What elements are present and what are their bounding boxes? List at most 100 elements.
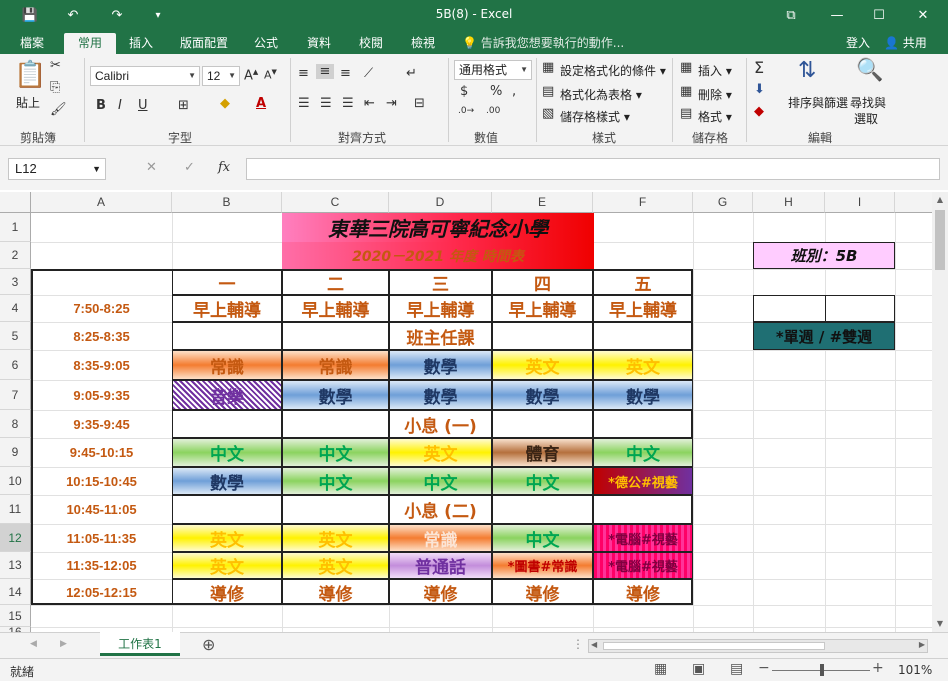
login-link[interactable]: 登入 <box>846 34 870 51</box>
col-header-j[interactable] <box>895 192 932 213</box>
row-header-11[interactable]: 11 <box>0 495 31 524</box>
page-layout-icon[interactable]: ▣ <box>692 661 705 677</box>
row-header-14[interactable]: 14 <box>0 579 31 605</box>
horizontal-scroll-thumb[interactable] <box>603 642 825 650</box>
find-select-icon[interactable]: 🔍 <box>856 58 883 83</box>
row-header-13[interactable]: 13 <box>0 552 31 579</box>
row-header-1[interactable]: 1 <box>0 213 31 242</box>
chevron-down-icon[interactable]: ▼ <box>92 159 101 179</box>
copy-icon[interactable]: ⎘ <box>50 80 60 95</box>
tab-data[interactable]: 資料 <box>298 33 340 54</box>
align-top-icon[interactable]: ≡ <box>298 66 309 81</box>
decrease-decimal-icon[interactable]: .00 <box>486 106 500 116</box>
split-handle-icon[interactable]: ⋮ <box>572 637 584 651</box>
format-as-table-button[interactable]: 格式化為表格 ▾ <box>560 86 642 103</box>
scroll-left-icon[interactable]: ◀ <box>591 640 597 649</box>
comma-icon[interactable]: , <box>512 84 516 99</box>
name-box[interactable]: L12 ▼ <box>8 158 106 180</box>
tab-formulas[interactable]: 公式 <box>246 33 286 54</box>
row-header-2[interactable]: 2 <box>0 242 31 269</box>
delete-cells-icon[interactable]: ▦ <box>680 84 692 99</box>
format-cells-icon[interactable]: ▤ <box>680 106 692 121</box>
format-table-icon[interactable]: ▤ <box>542 84 554 99</box>
align-bottom-icon[interactable]: ≡ <box>340 66 351 81</box>
share-button[interactable]: 👤 共用 <box>884 34 927 51</box>
increase-font-icon[interactable]: A▲ <box>244 68 258 83</box>
enter-icon[interactable]: ✓ <box>184 160 195 175</box>
sheet-tab-1[interactable]: 工作表1 <box>100 632 180 656</box>
tab-review[interactable]: 校閱 <box>350 33 392 54</box>
col-header-g[interactable]: G <box>693 192 753 213</box>
delete-cells-button[interactable]: 刪除 ▾ <box>698 86 732 103</box>
zoom-slider-thumb[interactable] <box>820 664 824 676</box>
bold-icon[interactable]: B <box>96 98 106 113</box>
format-cells-button[interactable]: 格式 ▾ <box>698 108 732 125</box>
worksheet-grid[interactable]: A B C D E F G H I 1 2 3 4 5 6 7 8 9 10 1… <box>0 192 932 632</box>
sort-filter-button[interactable]: 排序與篩選 <box>788 94 848 111</box>
tab-file[interactable]: 檔案 <box>10 33 54 54</box>
next-sheet-icon[interactable]: ▶ <box>60 639 67 649</box>
ribbon-display-icon[interactable]: ⧉ <box>776 4 806 26</box>
orientation-icon[interactable]: ⟋ <box>364 66 373 81</box>
autosum-icon[interactable]: Σ <box>754 58 764 77</box>
align-middle-icon[interactable]: ≡ <box>316 64 334 79</box>
tell-me-search[interactable]: 💡 告訴我您想要執行的動作... <box>462 34 624 51</box>
col-header-b[interactable]: B <box>172 192 282 213</box>
align-left-icon[interactable]: ☰ <box>298 96 310 111</box>
merge-center-icon[interactable]: ⊟ <box>414 96 425 111</box>
zoom-in-icon[interactable]: + <box>872 660 884 676</box>
page-break-icon[interactable]: ▤ <box>730 661 743 677</box>
normal-view-icon[interactable]: ▦ <box>654 661 667 677</box>
find-select-button-line2[interactable]: 選取 <box>854 110 878 127</box>
cell-styles-button[interactable]: 儲存格樣式 ▾ <box>560 108 630 125</box>
find-select-button[interactable]: 尋找與 <box>850 94 886 111</box>
insert-cells-button[interactable]: 插入 ▾ <box>698 62 732 79</box>
clear-icon[interactable]: ◆ <box>754 104 764 119</box>
scroll-up-icon[interactable]: ▲ <box>932 192 948 208</box>
row-header-5[interactable]: 5 <box>0 322 31 350</box>
decrease-font-icon[interactable]: A▼ <box>264 68 277 82</box>
row-header-4[interactable]: 4 <box>0 295 31 322</box>
cancel-icon[interactable]: ✕ <box>146 160 157 175</box>
conditional-format-button[interactable]: 設定格式化的條件 ▾ <box>560 62 666 79</box>
tab-page-layout[interactable]: 版面配置 <box>170 33 238 54</box>
number-format-select[interactable]: 通用格式 ▼ <box>454 60 532 80</box>
italic-icon[interactable]: I <box>118 98 122 113</box>
sort-filter-icon[interactable]: ⇅ <box>798 58 816 83</box>
row-header-7[interactable]: 7 <box>0 380 31 410</box>
cut-icon[interactable]: ✂ <box>50 58 61 73</box>
fill-icon[interactable]: ⬇ <box>754 82 765 97</box>
underline-icon[interactable]: U <box>138 98 148 113</box>
cell-styles-icon[interactable]: ▧ <box>542 106 554 121</box>
col-header-d[interactable]: D <box>389 192 492 213</box>
borders-icon[interactable]: ⊞ <box>178 98 189 113</box>
col-header-i[interactable]: I <box>825 192 895 213</box>
insert-function-icon[interactable]: fx <box>218 160 230 175</box>
tab-insert[interactable]: 插入 <box>120 33 162 54</box>
col-header-c[interactable]: C <box>282 192 389 213</box>
increase-indent-icon[interactable]: ⇥ <box>386 96 397 111</box>
col-header-a[interactable]: A <box>31 192 172 213</box>
align-center-icon[interactable]: ☰ <box>320 96 332 111</box>
format-painter-icon[interactable]: 🖌 <box>50 102 67 117</box>
increase-decimal-icon[interactable]: .0→ <box>458 106 474 116</box>
close-button[interactable]: ✕ <box>908 4 938 26</box>
font-size-select[interactable]: 12 ▼ <box>202 66 240 86</box>
col-header-f[interactable]: F <box>593 192 693 213</box>
horizontal-scrollbar[interactable]: ◀ ▶ <box>588 639 928 653</box>
decrease-indent-icon[interactable]: ⇤ <box>364 96 375 111</box>
maximize-button[interactable]: ☐ <box>864 4 894 26</box>
percent-icon[interactable]: % <box>490 84 502 99</box>
font-color-icon[interactable]: A <box>256 96 266 111</box>
scroll-down-icon[interactable]: ▼ <box>932 616 948 632</box>
prev-sheet-icon[interactable]: ◀ <box>30 639 37 649</box>
row-header-6[interactable]: 6 <box>0 350 31 380</box>
fill-color-icon[interactable]: ◆ <box>220 96 230 111</box>
add-sheet-icon[interactable]: ⊕ <box>202 635 215 654</box>
zoom-level[interactable]: 101% <box>898 663 932 677</box>
row-header-8[interactable]: 8 <box>0 410 31 438</box>
wrap-text-icon[interactable]: ↵ <box>406 66 417 81</box>
scroll-thumb[interactable] <box>935 210 945 270</box>
align-right-icon[interactable]: ☰ <box>342 96 354 111</box>
col-header-h[interactable]: H <box>753 192 825 213</box>
